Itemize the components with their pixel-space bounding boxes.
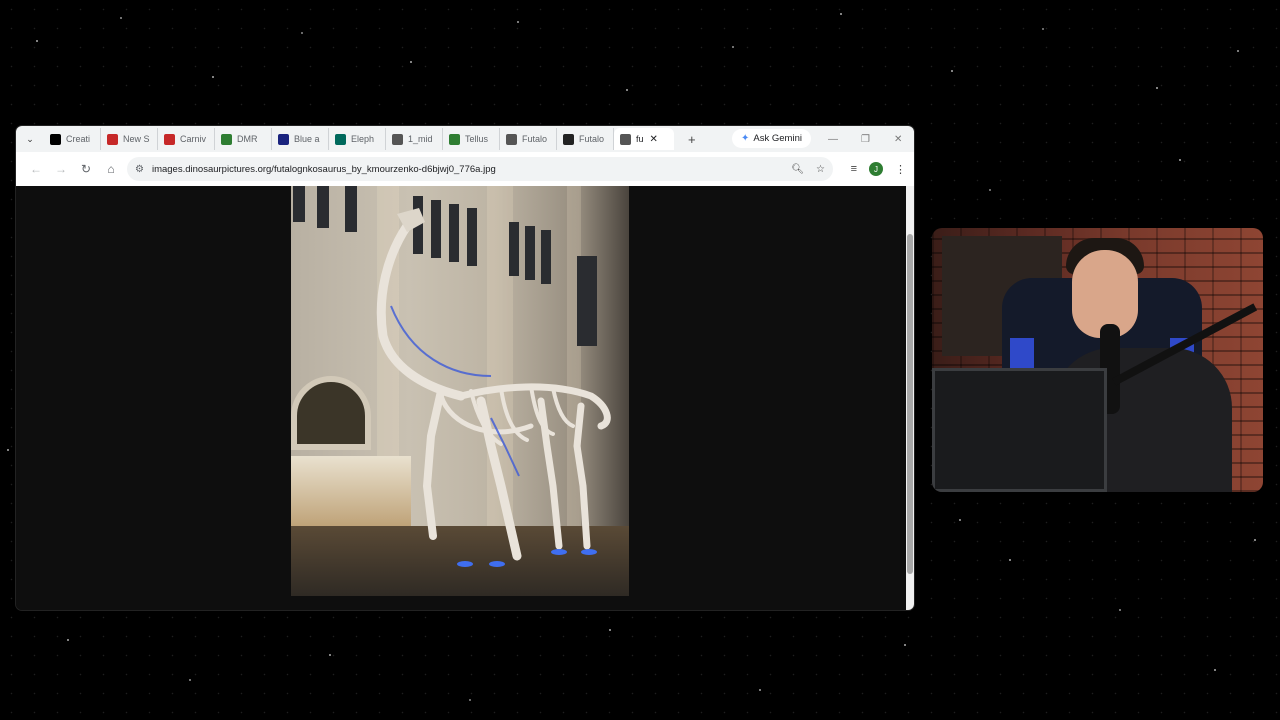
close-tab-icon[interactable]: ✕ (650, 134, 658, 145)
favicon-icon (335, 133, 346, 145)
home-icon[interactable]: ⌂ (101, 162, 121, 176)
menu-icon[interactable]: ⋮ (895, 163, 906, 176)
tab-label: Creati (66, 134, 91, 144)
scrollbar-thumb[interactable] (907, 234, 913, 574)
page-content (16, 186, 906, 610)
favicon-icon (563, 133, 574, 145)
favicon-icon (278, 133, 289, 145)
profile-avatar[interactable]: J (869, 162, 883, 176)
tab-label: DMR (237, 134, 258, 144)
tab-search-icon[interactable]: ⌄ (22, 131, 38, 147)
tab[interactable]: Blue a (272, 128, 329, 150)
browser-window: ⌄ Creati New S Carniv DMR Blue a Eleph 1_mid Te… (16, 126, 914, 610)
gemini-sparkle-icon: ✦ (741, 133, 750, 144)
page-scrollbar[interactable] (906, 186, 914, 610)
tab-label: Blue a (294, 134, 320, 144)
tab-label: New S (123, 134, 150, 144)
tab[interactable]: Futalo (500, 128, 557, 150)
tab-label: Tellus (465, 134, 489, 144)
tab-list: Creati New S Carniv DMR Blue a Eleph 1_mid Tell… (44, 128, 674, 150)
tab[interactable]: Eleph (329, 128, 386, 150)
favicon-icon (107, 133, 118, 145)
bookmark-star-icon[interactable]: ☆ (816, 164, 825, 175)
url-text: images.dinosaurpictures.org/futalognkosa… (151, 163, 496, 175)
tab[interactable]: Creati (44, 128, 101, 150)
back-icon[interactable]: ← (26, 162, 46, 176)
tab-label: Eleph (351, 134, 375, 144)
x-logo-icon (50, 133, 61, 145)
tab-label: Futalo (579, 134, 605, 144)
tab[interactable]: Carniv (158, 128, 215, 150)
zoom-icon[interactable]: 🔍︎ (791, 164, 804, 175)
tab-label: Carniv (180, 134, 207, 144)
tab[interactable]: New S (101, 128, 158, 150)
maximize-icon[interactable]: ❐ (861, 126, 870, 152)
tab-active[interactable]: fu ✕ (614, 128, 674, 150)
favicon-icon (221, 133, 232, 145)
minimize-icon[interactable]: — (828, 126, 838, 152)
reading-list-icon[interactable]: ≡ (851, 163, 857, 175)
skeleton-illustration (376, 208, 611, 567)
tab[interactable]: 1_mid (386, 128, 443, 150)
tab[interactable]: Tellus (443, 128, 500, 150)
tab[interactable]: Futalo (557, 128, 614, 150)
webcam-overlay (932, 228, 1263, 492)
reload-icon[interactable]: ↻ (76, 162, 96, 176)
ask-gemini-label: Ask Gemini (753, 133, 802, 144)
favicon-icon (449, 133, 460, 145)
globe-icon (392, 133, 403, 145)
tab-strip: ⌄ Creati New S Carniv DMR Blue a Eleph 1_mid Te… (16, 126, 914, 152)
globe-icon (506, 133, 517, 145)
tab-label: 1_mid (408, 134, 433, 144)
dinosaur-skeleton-image (291, 186, 629, 596)
new-tab-button[interactable]: + (688, 132, 696, 147)
forward-icon[interactable]: → (51, 162, 71, 176)
tab-label: Futalo (522, 134, 548, 144)
browser-toolbar: ← → ↻ ⌂ ⚙ images.dinosaurpictures.org/fu… (16, 152, 914, 186)
tab[interactable]: DMR (215, 128, 272, 150)
site-info-icon[interactable]: ⚙ (135, 164, 144, 175)
favicon-icon (164, 133, 175, 145)
address-bar[interactable]: ⚙ images.dinosaurpictures.org/futalognko… (127, 157, 833, 181)
tab-label: fu (636, 134, 644, 144)
ask-gemini-button[interactable]: ✦ Ask Gemini (732, 129, 811, 148)
globe-icon (620, 133, 631, 145)
close-window-icon[interactable]: ✕ (894, 126, 902, 152)
